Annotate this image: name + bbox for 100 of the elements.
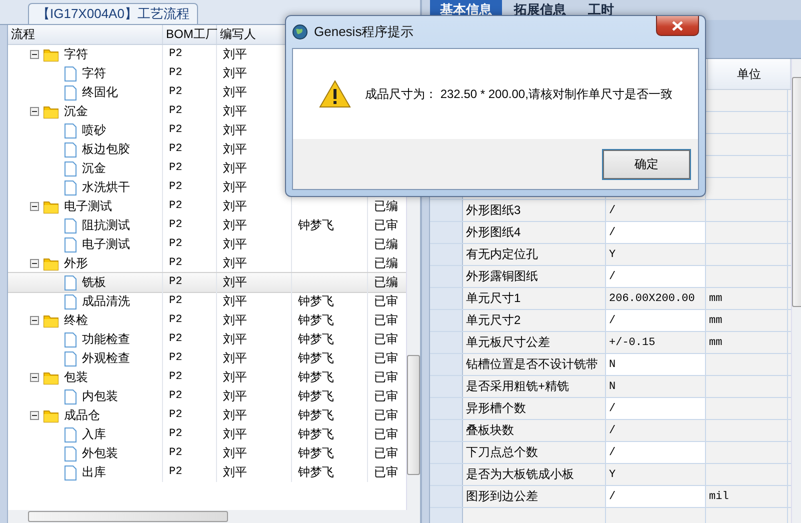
document-icon <box>64 66 77 82</box>
parameter-name: 外形图纸4 <box>466 224 521 241</box>
table-cell-text: P2 <box>169 427 182 442</box>
row-header <box>430 332 463 353</box>
table-cell-text: P2 <box>169 47 182 62</box>
collapse-icon[interactable] <box>30 316 39 325</box>
table-cell-text: 刘平 <box>223 426 247 443</box>
table-cell-text: 钟梦飞 <box>298 445 334 462</box>
parameter-name: 有无内定位孔 <box>466 246 538 263</box>
table-cell-text: 刘平 <box>223 369 247 386</box>
parameter-value[interactable]: N <box>609 358 616 370</box>
tree-node-label: 外形 <box>64 255 88 272</box>
panel-tab[interactable]: 【IG17X004A0】工艺流程 <box>28 3 198 24</box>
table-cell-text: 钟梦飞 <box>298 464 334 481</box>
document-icon <box>64 464 77 480</box>
table-cell-text: 钟梦飞 <box>298 388 334 405</box>
table-cell-text: 已编 <box>374 236 398 253</box>
tree-node-label: 字符 <box>82 65 106 82</box>
parameter-value[interactable]: / <box>609 314 616 326</box>
vertical-scrollbar[interactable] <box>791 59 801 523</box>
table-cell-text: 刘平 <box>223 160 247 177</box>
ok-button[interactable]: 确定 <box>603 150 690 178</box>
table-cell-text: 刘平 <box>223 103 247 120</box>
tree-row[interactable]: 铣板 P2 刘平 已编 <box>8 273 406 292</box>
parameter-value[interactable]: Y <box>609 468 616 480</box>
unit-cell: mm <box>709 314 722 326</box>
parameter-value[interactable]: / <box>609 226 616 238</box>
table-cell-text: 已编 <box>374 274 398 291</box>
column-header[interactable]: 流程 <box>8 25 163 44</box>
parameter-value[interactable]: / <box>609 490 616 502</box>
table-cell-text: P2 <box>169 370 182 385</box>
folder-icon <box>43 370 59 384</box>
document-icon <box>64 388 77 404</box>
table-cell-text: 钟梦飞 <box>298 350 334 367</box>
tree-node-label: 板边包胶 <box>82 141 130 158</box>
parameter-value[interactable]: +/-0.15 <box>609 336 656 348</box>
parameter-value[interactable]: / <box>609 446 616 458</box>
document-icon <box>64 142 77 158</box>
table-cell-text: 已审 <box>374 445 398 462</box>
row-header <box>430 310 463 331</box>
parameter-name: 单元尺寸2 <box>466 312 521 329</box>
close-button[interactable] <box>656 16 699 36</box>
parameter-value[interactable]: 206.00X200.00 <box>609 292 695 304</box>
parameter-value[interactable]: / <box>609 402 616 414</box>
tree-node-label: 成品仓 <box>64 407 100 424</box>
column-header[interactable]: BOM工厂 <box>163 25 217 44</box>
parameter-name: 叠板块数 <box>466 422 514 439</box>
table-cell-text: 刘平 <box>223 350 247 367</box>
collapse-icon[interactable] <box>30 107 39 116</box>
table-cell-text: 刘平 <box>223 388 247 405</box>
parameter-value[interactable]: Y <box>609 248 616 260</box>
folder-icon <box>43 314 59 328</box>
collapse-icon[interactable] <box>30 50 39 59</box>
row-header <box>430 288 463 309</box>
parameter-name: 单元板尺寸公差 <box>466 334 550 351</box>
table-cell-text: P2 <box>169 104 182 119</box>
parameter-name: 异形槽个数 <box>466 400 526 417</box>
parameter-value[interactable]: / <box>609 424 616 436</box>
table-cell-text: P2 <box>169 256 182 271</box>
globe-icon <box>292 24 308 40</box>
table-cell-text: P2 <box>169 180 182 195</box>
table-cell-text: 刘平 <box>223 331 247 348</box>
parameter-name: 外形露铜图纸 <box>466 268 538 285</box>
document-icon <box>64 180 77 196</box>
table-cell-text: P2 <box>169 161 182 176</box>
parameter-name: 单元尺寸1 <box>466 290 521 307</box>
table-cell-text: P2 <box>169 275 182 290</box>
dialog-message: 成品尺寸为： 232.50 * 200.00,请核对制作单尺寸是否一致 <box>365 86 672 102</box>
parameter-name: 外形图纸3 <box>466 202 521 219</box>
collapse-icon[interactable] <box>30 411 39 420</box>
document-icon <box>64 426 77 442</box>
table-cell-text: 已审 <box>374 369 398 386</box>
table-cell-text: 已审 <box>374 388 398 405</box>
table-cell-text: 已审 <box>374 464 398 481</box>
table-cell-text: 钟梦飞 <box>298 331 334 348</box>
table-cell-text: P2 <box>169 85 182 100</box>
tree-node-label: 水洗烘干 <box>82 179 130 196</box>
horizontal-scrollbar[interactable] <box>8 510 420 523</box>
table-cell-text: 刘平 <box>223 84 247 101</box>
folder-icon <box>43 200 59 214</box>
parameter-name: 是否采用粗铣+精铣 <box>466 378 570 395</box>
tree-node-label: 外包装 <box>82 445 118 462</box>
folder-icon <box>43 48 59 62</box>
table-cell-text: 刘平 <box>223 464 247 481</box>
table-cell-text: P2 <box>169 123 182 138</box>
parameter-value[interactable]: / <box>609 204 616 216</box>
table-cell-text: 已审 <box>374 217 398 234</box>
parameter-name: 图形到边公差 <box>466 488 538 505</box>
column-header[interactable]: 单位 <box>737 66 761 82</box>
table-cell-text: 刘平 <box>223 312 247 329</box>
row-header <box>430 200 463 221</box>
parameter-value[interactable]: / <box>609 270 616 282</box>
collapse-icon[interactable] <box>30 259 39 268</box>
collapse-icon[interactable] <box>30 373 39 382</box>
row-header <box>430 266 463 287</box>
parameter-value[interactable]: N <box>609 380 616 392</box>
row-header <box>430 222 463 243</box>
row-header <box>430 376 463 397</box>
table-cell-text: 钟梦飞 <box>298 369 334 386</box>
collapse-icon[interactable] <box>30 202 39 211</box>
